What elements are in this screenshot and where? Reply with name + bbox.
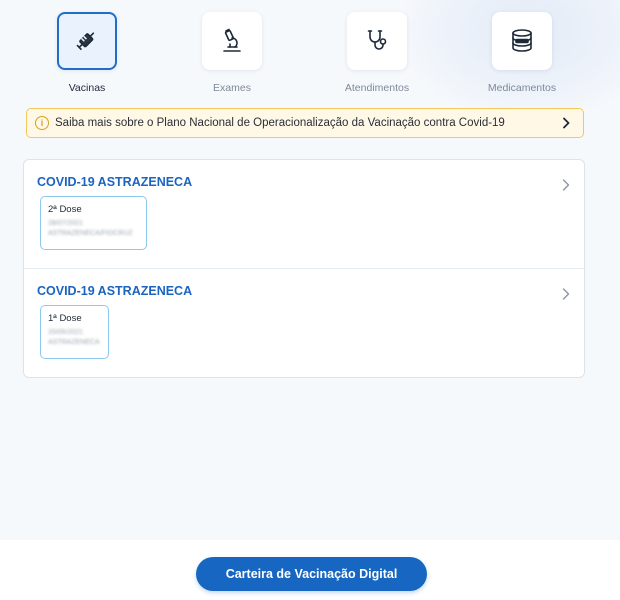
tab-exames-label: Exames	[213, 82, 251, 94]
tab-exames[interactable]: Exames	[177, 12, 287, 94]
stethoscope-icon	[367, 30, 387, 50]
dose-date: 20/05/2021	[48, 329, 84, 336]
tab-atendimentos-label: Atendimentos	[344, 82, 410, 94]
vaccine-title: COVID-19 ASTRAZENECA	[37, 284, 193, 298]
tab-vacinas[interactable]: Vacinas	[32, 12, 142, 94]
tab-vacinas-label: Vacinas	[68, 82, 106, 94]
syringe-icon	[76, 32, 95, 50]
tab-medicamentos-tile[interactable]	[492, 12, 552, 70]
tab-exames-tile[interactable]	[202, 12, 262, 70]
tab-medicamentos-label: Medicamentos	[487, 82, 557, 94]
category-tabs: Vacinas Exames Atendimentos Medicamentos	[0, 12, 620, 102]
dose-card[interactable]: 1ª Dose 20/05/2021 ASTRAZENECA	[40, 305, 109, 359]
tab-vacinas-tile[interactable]	[57, 12, 117, 70]
dose-detail: ASTRAZENECA	[48, 339, 100, 346]
dose-label: 2ª Dose	[48, 204, 82, 215]
dose-detail: ASTRAZENECA/FIOCRUZ	[48, 230, 133, 237]
tab-atendimentos-tile[interactable]	[347, 12, 407, 70]
vaccine-list: COVID-19 ASTRAZENECA 2ª Dose 28/07/2021 …	[23, 159, 585, 378]
chevron-right-icon	[562, 179, 570, 191]
dose-date: 28/07/2021	[48, 220, 84, 227]
banner-text: Saiba mais sobre o Plano Nacional de Ope…	[55, 117, 505, 129]
vaccination-plan-banner[interactable]: i Saiba mais sobre o Plano Nacional de O…	[26, 108, 584, 138]
info-icon: i	[35, 116, 49, 130]
dose-label: 1ª Dose	[48, 313, 82, 324]
vaccine-row[interactable]: COVID-19 ASTRAZENECA 1ª Dose 20/05/2021 …	[24, 269, 584, 378]
chevron-right-icon	[559, 116, 573, 130]
microscope-icon	[223, 28, 241, 52]
pills-container-icon	[512, 29, 532, 52]
tab-medicamentos[interactable]: Medicamentos	[467, 12, 577, 94]
vaccination-screen: Vacinas Exames Atendimentos Medicamentos…	[0, 0, 620, 600]
tab-atendimentos[interactable]: Atendimentos	[322, 12, 432, 94]
vaccine-title: COVID-19 ASTRAZENECA	[37, 175, 193, 189]
dose-card[interactable]: 2ª Dose 28/07/2021 ASTRAZENECA/FIOCRUZ	[40, 196, 147, 250]
digital-vaccination-card-button[interactable]: Carteira de Vacinação Digital	[196, 557, 427, 591]
vaccine-row[interactable]: COVID-19 ASTRAZENECA 2ª Dose 28/07/2021 …	[24, 160, 584, 269]
chevron-right-icon	[562, 288, 570, 300]
